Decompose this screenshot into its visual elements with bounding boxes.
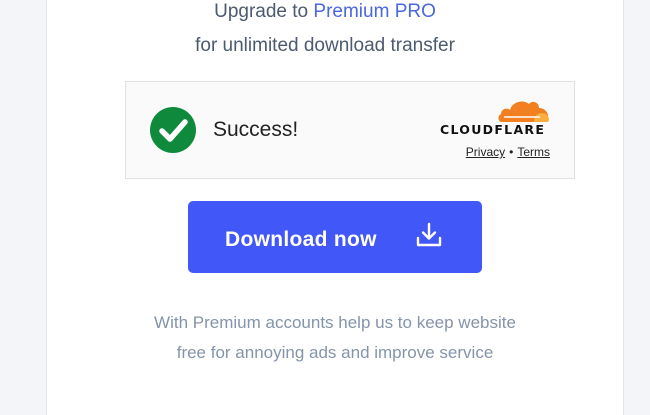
download-icon (416, 222, 442, 247)
terms-link[interactable]: Terms (517, 145, 550, 159)
upgrade-heading: Upgrade to Premium PRO (0, 0, 650, 24)
promo-text-line-1: With Premium accounts help us to keep we… (154, 313, 516, 332)
cloudflare-captcha-widget: Success! CLOUDFLARE Privacy • Terms (125, 81, 575, 179)
download-button-label: Download now (225, 228, 377, 251)
checkmark-circle-icon (150, 107, 196, 153)
cloud-icon (498, 101, 549, 122)
promo-text-line-2: free for annoying ads and improve servic… (176, 343, 494, 362)
upgrade-prefix: Upgrade to (214, 1, 309, 22)
premium-pro-link[interactable]: Premium PRO (313, 1, 435, 22)
privacy-link[interactable]: Privacy (466, 145, 505, 159)
cloudflare-wordmark: CLOUDFLARE (440, 122, 546, 137)
captcha-status-text: Success! (213, 118, 299, 141)
link-separator: • (509, 145, 514, 159)
cloudflare-logo: CLOUDFLARE (440, 98, 552, 140)
page: Upgrade to Premium PRO for unlimited dow… (0, 0, 650, 415)
upgrade-subtitle: for unlimited download transfer (195, 35, 455, 56)
cloudflare-footer-links: Privacy • Terms (466, 145, 550, 159)
download-now-button[interactable]: Download now (188, 201, 482, 273)
